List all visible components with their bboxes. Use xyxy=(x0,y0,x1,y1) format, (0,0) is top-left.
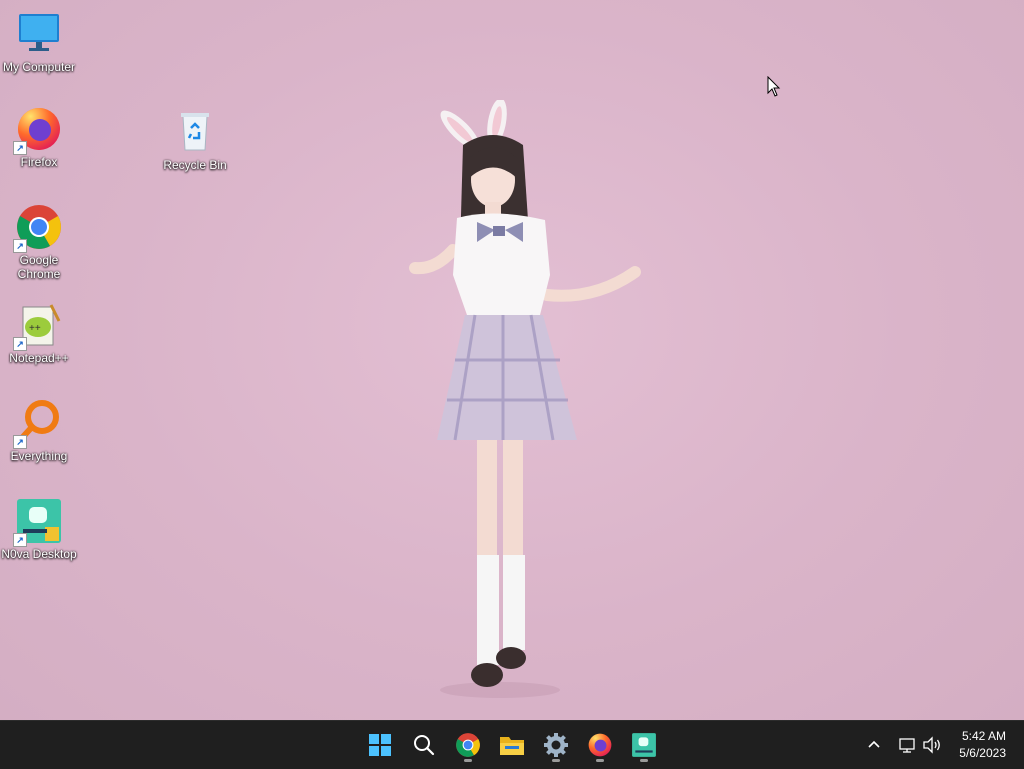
desktop-icon-firefox[interactable]: ↗ Firefox xyxy=(0,105,78,169)
desktop-icon-recycle-bin[interactable]: Recycle Bin xyxy=(156,108,234,172)
clock-time: 5:42 AM xyxy=(961,729,1006,743)
chrome-icon xyxy=(456,733,480,757)
taskbar-file-explorer-button[interactable] xyxy=(494,727,530,763)
tray-overflow-button[interactable] xyxy=(866,721,882,769)
taskbar-clock[interactable]: 5:42 AM 5/6/2023 xyxy=(959,728,1006,762)
taskbar-settings-button[interactable] xyxy=(538,727,574,763)
tray-volume-button[interactable] xyxy=(922,721,942,769)
desktop-icon-label: Google Chrome xyxy=(17,253,61,281)
running-indicator xyxy=(596,759,604,762)
taskbar: 5:42 AM 5/6/2023 xyxy=(0,720,1024,769)
gear-icon xyxy=(544,733,568,757)
n0va-desktop-icon: ↗ xyxy=(13,497,63,547)
desktop-icon-label: Firefox xyxy=(20,155,58,169)
everything-search-icon: ↗ xyxy=(13,399,63,449)
running-indicator xyxy=(464,759,472,762)
search-icon xyxy=(414,735,435,756)
clock-date: 5/6/2023 xyxy=(959,746,1006,760)
desktop-wallpaper xyxy=(0,0,1024,720)
recycle-bin-icon xyxy=(171,108,219,156)
network-icon xyxy=(899,738,915,753)
desktop-icon-my-computer[interactable]: My Computer xyxy=(0,10,78,74)
desktop-icon-label: Everything xyxy=(10,449,68,463)
chrome-icon: ↗ xyxy=(13,203,63,253)
tray-network-button[interactable] xyxy=(898,721,916,769)
shortcut-arrow-icon: ↗ xyxy=(13,141,27,155)
shortcut-arrow-icon: ↗ xyxy=(13,337,27,351)
running-indicator xyxy=(552,759,560,762)
desktop-icon-label: My Computer xyxy=(2,60,76,74)
desktop-icon-label: N0va Desktop xyxy=(1,547,77,561)
taskbar-firefox-button[interactable] xyxy=(582,727,618,763)
shortcut-arrow-icon: ↗ xyxy=(13,435,27,449)
desktop-icon-label: Recycle Bin xyxy=(163,158,227,172)
n0va-desktop-icon xyxy=(632,733,656,757)
chevron-up-icon xyxy=(868,740,880,748)
mouse-cursor-icon xyxy=(767,76,781,97)
svg-text:++: ++ xyxy=(29,323,41,334)
running-indicator xyxy=(640,759,648,762)
taskbar-n0va-desktop-button[interactable] xyxy=(626,727,662,763)
taskbar-start-button[interactable] xyxy=(362,727,398,763)
notepad-plus-plus-icon: ++ ↗ xyxy=(13,301,63,351)
taskbar-search-button[interactable] xyxy=(406,727,442,763)
windows-start-icon xyxy=(369,734,391,756)
monitor-icon xyxy=(15,10,63,58)
firefox-icon: ↗ xyxy=(13,105,63,155)
speaker-icon xyxy=(923,736,940,754)
wallpaper-character-figure xyxy=(409,100,641,698)
shortcut-arrow-icon: ↗ xyxy=(13,239,27,253)
firefox-icon xyxy=(588,733,612,757)
desktop-icon-notepad-plus-plus[interactable]: ++ ↗ Notepad++ xyxy=(0,301,78,365)
desktop-icon-label: Notepad++ xyxy=(9,351,69,365)
desktop-icon-n0va-desktop[interactable]: ↗ N0va Desktop xyxy=(0,497,78,561)
desktop-icon-everything[interactable]: ↗ Everything xyxy=(0,399,78,463)
file-explorer-icon xyxy=(500,737,524,755)
desktop-icon-google-chrome[interactable]: ↗ Google Chrome xyxy=(0,203,78,281)
shortcut-arrow-icon: ↗ xyxy=(13,533,27,547)
taskbar-chrome-button[interactable] xyxy=(450,727,486,763)
